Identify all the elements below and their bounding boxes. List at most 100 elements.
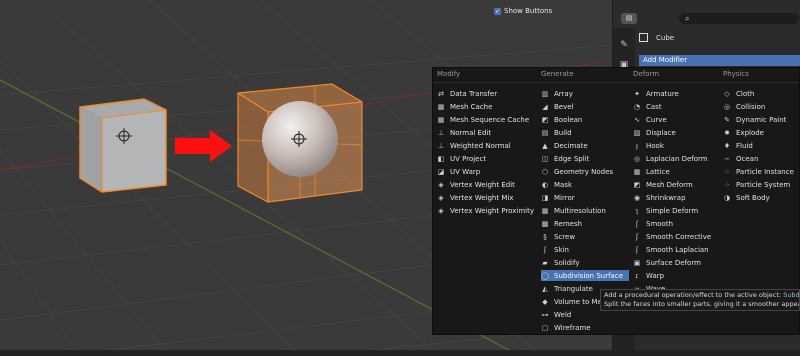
menu-item-label: Explode <box>736 128 764 137</box>
hook-icon: ȷ <box>636 141 638 150</box>
menu-item-label: Triangulate <box>554 284 593 293</box>
menu-item-label: Cloth <box>736 89 755 98</box>
menu-item-array[interactable]: ▥ Array <box>541 88 573 99</box>
weighted-normal-icon: ⊥ <box>437 141 445 150</box>
menu-item-skin[interactable]: ʃ Skin <box>541 244 569 255</box>
menu-item-shrinkwrap[interactable]: ◉ Shrinkwrap <box>633 192 686 203</box>
menu-item-multiresolution[interactable]: ▦ Multiresolution <box>541 205 606 216</box>
menu-item-build[interactable]: ▤ Build <box>541 127 572 138</box>
menu-item-label: Mask <box>554 180 573 189</box>
menu-item-mask[interactable]: ◐ Mask <box>541 179 572 190</box>
menu-item-weld[interactable]: ⊶ Weld <box>541 309 572 320</box>
mirror-icon: ◨ <box>541 193 549 202</box>
menu-item-geometry-nodes[interactable]: ⬡ Geometry Nodes <box>541 166 613 177</box>
laplacian-deform-icon: ◎ <box>633 154 641 163</box>
shrinkwrap-icon: ◉ <box>633 193 641 202</box>
menu-item-curve[interactable]: ∿ Curve <box>633 114 667 125</box>
menu-item-ocean[interactable]: ∼ Ocean <box>723 153 758 164</box>
checkbox-checked-icon[interactable]: ✓ <box>494 7 501 15</box>
menu-item-normal-edit[interactable]: ⊥ Normal Edit <box>437 127 491 138</box>
menu-item-wireframe[interactable]: ▢ Wireframe <box>541 322 591 333</box>
geometry-nodes-icon: ⬡ <box>541 167 549 176</box>
menu-item-remesh[interactable]: ▩ Remesh <box>541 218 582 229</box>
mesh-object-icon <box>639 33 648 42</box>
menu-header-separator <box>433 82 799 83</box>
menu-item-smooth-corrective[interactable]: ʃ Smooth Corrective <box>633 231 711 242</box>
menu-item-fluid[interactable]: ♦ Fluid <box>723 140 753 151</box>
menu-item-lattice[interactable]: ▦ Lattice <box>633 166 670 177</box>
menu-item-label: Ocean <box>736 154 759 163</box>
menu-item-vertex-weight-edit[interactable]: ◈ Vertex Weight Edit <box>437 179 515 190</box>
menu-item-particle-system[interactable]: ⁘ Particle System <box>723 179 790 190</box>
wireframe-icon: ▢ <box>541 323 549 332</box>
menu-item-triangulate[interactable]: ◭ Triangulate <box>541 283 593 294</box>
menu-item-cast[interactable]: ◔ Cast <box>633 101 662 112</box>
menu-item-displace[interactable]: ▨ Displace <box>633 127 676 138</box>
menu-item-dynamic-paint[interactable]: ✎ Dynamic Paint <box>723 114 786 125</box>
editor-type-button[interactable]: ▤ <box>621 13 637 24</box>
menu-item-cloth[interactable]: ◇ Cloth <box>723 88 754 99</box>
menu-item-subdivision-surface[interactable]: ◯ Subdivision Surface <box>541 270 630 281</box>
solidify-icon: ▰ <box>542 258 548 267</box>
menu-item-label: Weld <box>554 310 572 319</box>
menu-column-header: Generate <box>541 70 574 78</box>
ocean-icon: ∼ <box>724 154 730 163</box>
multiresolution-icon: ▦ <box>541 206 549 215</box>
menu-item-label: Particle System <box>736 180 791 189</box>
menu-item-smooth[interactable]: ʃ Smooth <box>633 218 673 229</box>
menu-item-armature[interactable]: ✦ Armature <box>633 88 679 99</box>
cast-icon: ◔ <box>633 102 641 111</box>
menu-item-label: Vertex Weight Edit <box>450 180 515 189</box>
menu-item-boolean[interactable]: ◩ Boolean <box>541 114 583 125</box>
menu-item-data-transfer[interactable]: ⇄ Data Transfer <box>437 88 497 99</box>
properties-search-input[interactable]: ⌕ <box>679 13 799 24</box>
vertex-weight-proximity-icon: ◈ <box>438 206 444 215</box>
menu-item-label: Array <box>554 89 573 98</box>
menu-item-label: Multiresolution <box>554 206 606 215</box>
show-buttons-toggle[interactable]: ✓ Show Buttons <box>494 7 552 15</box>
menu-item-uv-project[interactable]: ◧ UV Project <box>437 153 486 164</box>
menu-item-warp[interactable]: ɾ Warp <box>633 270 664 281</box>
menu-item-uv-warp[interactable]: ◪ UV Warp <box>437 166 481 177</box>
show-buttons-label: Show Buttons <box>504 7 553 15</box>
add-modifier-button[interactable]: Add Modifier <box>639 55 800 66</box>
menu-item-label: Mesh Cache <box>450 102 493 111</box>
menu-item-label: Subdivision Surface <box>554 271 624 280</box>
menu-item-vertex-weight-proximity[interactable]: ◈ Vertex Weight Proximity <box>437 205 534 216</box>
menu-item-particle-instance[interactable]: ⁘ Particle Instance <box>723 166 794 177</box>
menu-item-screw[interactable]: § Screw <box>541 231 575 242</box>
menu-item-decimate[interactable]: ▲ Decimate <box>541 140 587 151</box>
menu-item-solidify[interactable]: ▰ Solidify <box>541 257 580 268</box>
menu-item-mesh-cache[interactable]: ▦ Mesh Cache <box>437 101 493 112</box>
decimate-icon: ▲ <box>542 141 548 150</box>
menu-item-weighted-normal[interactable]: ⊥ Weighted Normal <box>437 140 511 151</box>
red-arrow <box>175 130 232 162</box>
menu-item-edge-split[interactable]: ◫ Edge Split <box>541 153 590 164</box>
menu-item-hook[interactable]: ȷ Hook <box>633 140 664 151</box>
menu-item-label: Mesh Deform <box>646 180 693 189</box>
skin-icon: ʃ <box>543 245 547 254</box>
left-cube[interactable] <box>79 98 167 193</box>
menu-item-bevel[interactable]: ◢ Bevel <box>541 101 573 112</box>
menu-item-label: Simple Deform <box>646 206 699 215</box>
dynamic-paint-icon: ✎ <box>724 115 730 124</box>
menu-item-surface-deform[interactable]: ▣ Surface Deform <box>633 257 701 268</box>
particle-instance-icon: ⁘ <box>724 167 730 176</box>
menu-item-mirror[interactable]: ◨ Mirror <box>541 192 575 203</box>
search-icon: ⌕ <box>685 14 690 23</box>
menu-item-vertex-weight-mix[interactable]: ◈ Vertex Weight Mix <box>437 192 513 203</box>
menu-item-soft-body[interactable]: ◑ Soft Body <box>723 192 770 203</box>
menu-item-collision[interactable]: ◎ Collision <box>723 101 765 112</box>
menu-item-simple-deform[interactable]: ʅ Simple Deform <box>633 205 698 216</box>
menu-item-mesh-sequence-cache[interactable]: ▦ Mesh Sequence Cache <box>437 114 530 125</box>
mask-icon: ◐ <box>541 180 549 189</box>
tool-tab-icon[interactable]: ✎ <box>617 38 631 52</box>
uv-warp-icon: ◪ <box>437 167 445 176</box>
menu-item-label: Smooth <box>646 219 674 228</box>
menu-item-laplacian-deform[interactable]: ◎ Laplacian Deform <box>633 153 708 164</box>
menu-item-label: Solidify <box>554 258 580 267</box>
object-name: Cube <box>656 33 675 42</box>
menu-item-mesh-deform[interactable]: ◩ Mesh Deform <box>633 179 693 190</box>
menu-item-explode[interactable]: ✸ Explode <box>723 127 764 138</box>
menu-item-smooth-laplacian[interactable]: ʃ Smooth Laplacian <box>633 244 709 255</box>
